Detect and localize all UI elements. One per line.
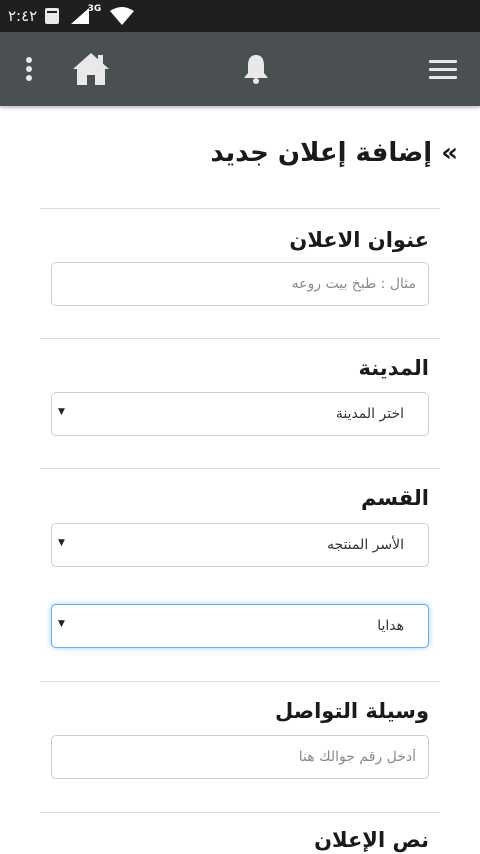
kebab-menu-icon[interactable]: [14, 50, 44, 88]
status-icons: ٢:٤٢ 3G: [8, 0, 135, 32]
add-ad-form: » إضافة إعلان جديد عنوان الاعلان المدينة…: [0, 106, 480, 854]
status-time: ٢:٤٢: [8, 7, 38, 25]
signal-icon: 3G: [67, 4, 102, 26]
divider: [40, 812, 440, 813]
home-icon[interactable]: [68, 48, 114, 90]
subcategory-select-value: هدايا: [377, 618, 404, 634]
status-bar: ٢:٤٢ 3G: [0, 0, 480, 32]
divider: [40, 681, 440, 682]
contact-label: وسيلة التواصل: [275, 699, 429, 723]
network-type-label: 3G: [87, 4, 102, 14]
divider: [40, 338, 440, 339]
contact-phone-input[interactable]: [51, 735, 429, 779]
divider: [40, 208, 440, 209]
page-title: » إضافة إعلان جديد: [210, 138, 458, 168]
dropdown-arrow-icon: ▼: [58, 619, 65, 629]
category-label: القسم: [360, 486, 429, 510]
bell-icon[interactable]: [236, 48, 276, 90]
ad-text-label: نص الإعلان: [314, 828, 429, 852]
category-select-value: الأسر المنتجه: [326, 537, 404, 553]
dropdown-arrow-icon: ▼: [58, 538, 65, 548]
city-select-value: اختر المدينة: [335, 406, 404, 422]
calendar-icon: [45, 8, 60, 24]
wifi-icon: [109, 7, 135, 25]
ad-title-label: عنوان الاعلان: [289, 228, 429, 252]
app-header: [0, 32, 480, 106]
ad-title-input[interactable]: [51, 262, 429, 306]
hamburger-menu-icon[interactable]: [422, 50, 464, 88]
dropdown-arrow-icon: ▼: [58, 407, 65, 417]
divider: [40, 468, 440, 469]
city-select[interactable]: اختر المدينة ▼: [51, 392, 429, 436]
category-select[interactable]: الأسر المنتجه ▼: [51, 523, 429, 567]
city-label: المدينة: [358, 356, 430, 380]
subcategory-select[interactable]: هدايا ▼: [51, 604, 429, 648]
